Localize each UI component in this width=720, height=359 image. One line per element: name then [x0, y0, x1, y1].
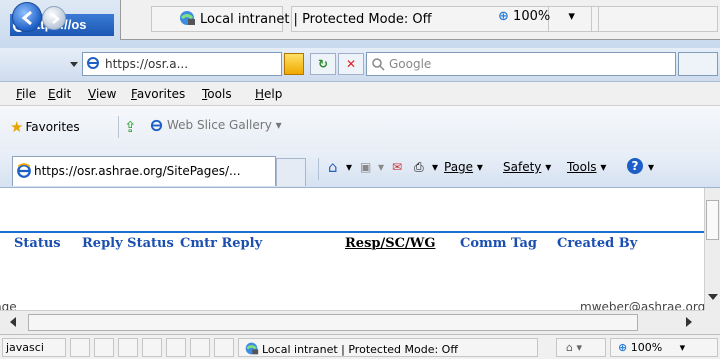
header-divider [0, 231, 704, 233]
popup-zoom-label[interactable]: ⊕ 100% ▾ [498, 9, 575, 24]
scroll-down-arrow-icon[interactable] [708, 294, 718, 300]
vertical-scrollbar[interactable] [704, 188, 720, 310]
home-icon[interactable]: ⌂ [328, 158, 338, 176]
chevron-down-icon[interactable]: ▾ [648, 160, 654, 174]
zoom-level[interactable]: ⊕ 100% ▾ [618, 341, 685, 354]
tab-command-bar: https://osr.ashrae.org/SitePages/... ⌂ ▾… [0, 150, 720, 188]
ie-logo-icon [150, 119, 163, 135]
chevron-down-icon: ▾ [679, 341, 686, 354]
safety-menu[interactable]: Safety ▾ [503, 160, 551, 174]
status-cell [70, 338, 90, 357]
tools-menu[interactable]: Tools ▾ [567, 160, 606, 174]
intranet-globe-icon [178, 9, 196, 27]
forward-button[interactable] [42, 6, 66, 30]
zoom-icon: ⊕ [498, 9, 509, 24]
ie-logo-icon [16, 163, 32, 182]
vertical-scroll-thumb[interactable] [706, 200, 719, 240]
status-cell [166, 338, 186, 357]
column-header-created-by[interactable]: Created By [557, 236, 637, 251]
search-provider-icon [371, 57, 385, 74]
search-button[interactable] [678, 52, 718, 76]
page-content: Status Reply Status Cmtr Reply Resp/SC/W… [0, 188, 704, 310]
refresh-button[interactable]: ↻ [310, 53, 336, 75]
column-header-resp-sc-wg[interactable]: Resp/SC/WG [345, 236, 435, 251]
divider [318, 158, 319, 180]
menu-edit[interactable]: Edit [48, 87, 71, 101]
menu-view[interactable]: View [88, 87, 116, 101]
status-cell [94, 338, 114, 357]
tab-title: https://osr.ashrae.org/SitePages/... [34, 164, 241, 178]
popup-zone-label: Local intranet | Protected Mode: Off [178, 9, 432, 27]
chevron-down-icon[interactable]: ▾ [378, 160, 384, 174]
status-cell [190, 338, 210, 357]
search-input[interactable]: Google [366, 52, 676, 76]
menu-bar: File Edit View Favorites Tools Help [0, 82, 720, 106]
status-cell [214, 338, 234, 357]
favorites-bar: ★ Favorites ⇪ Web Slice Gallery ▾ [0, 106, 720, 150]
status-text: javasci [6, 341, 44, 354]
protected-mode-icon: ⌂ ▾ [566, 341, 583, 354]
svg-text:?: ? [632, 159, 639, 173]
print-icon[interactable]: ⎙ [414, 160, 424, 175]
scroll-right-arrow-icon[interactable] [686, 317, 692, 327]
scroll-left-arrow-icon[interactable] [10, 317, 16, 327]
chevron-down-icon[interactable]: ▾ [432, 160, 438, 174]
address-text[interactable]: https://osr.a... [105, 57, 188, 71]
page-menu[interactable]: Page ▾ [444, 160, 483, 174]
help-icon[interactable]: ? [626, 157, 644, 178]
column-header-cmtr-reply[interactable]: Cmtr Reply [180, 236, 262, 251]
scrollbar-corner [704, 310, 720, 334]
chevron-down-icon[interactable]: ▾ [346, 160, 352, 174]
divider [118, 116, 119, 138]
horizontal-scrollbar[interactable] [0, 310, 704, 334]
status-cell [142, 338, 162, 357]
column-header-status[interactable]: Status [14, 236, 61, 251]
row-cell-fragment: nge [0, 300, 17, 310]
recent-pages-dropdown[interactable] [70, 62, 78, 67]
add-to-favorites-bar-icon[interactable]: ⇪ [124, 118, 137, 136]
chevron-down-icon: ▾ [275, 118, 282, 132]
stop-button[interactable]: ✕ [338, 53, 364, 75]
feeds-icon[interactable]: ▣ [360, 160, 371, 174]
row-cell-created-by: mweber@ashrae.org [580, 300, 704, 310]
menu-tools[interactable]: Tools [202, 87, 232, 101]
chevron-down-icon: ▾ [568, 9, 575, 24]
popup-zoom-cell[interactable] [598, 6, 718, 32]
horizontal-scroll-thumb[interactable] [28, 314, 638, 331]
web-slice-gallery-link[interactable]: Web Slice Gallery ▾ [150, 118, 282, 135]
browser-tab[interactable]: https://osr.ashrae.org/SitePages/... [12, 156, 276, 186]
intranet-globe-icon [244, 341, 259, 359]
menu-favorites[interactable]: Favorites [131, 87, 185, 101]
status-bar: javasci Local intranet | Protected Mode:… [0, 334, 720, 359]
compatibility-view-button[interactable] [284, 53, 304, 75]
mail-icon[interactable]: ✉ [392, 160, 402, 174]
menu-file[interactable]: File [16, 87, 36, 101]
back-button[interactable] [12, 2, 42, 32]
page-icon [86, 56, 100, 73]
address-bar[interactable]: https://osr.a... [82, 52, 282, 76]
zoom-icon: ⊕ [618, 341, 628, 354]
menu-help[interactable]: Help [255, 87, 282, 101]
column-header-reply-status[interactable]: Reply Status [82, 236, 174, 251]
column-header-comm-tag[interactable]: Comm Tag [460, 236, 537, 251]
favorites-button[interactable]: ★ Favorites [10, 118, 80, 136]
new-tab-button[interactable] [276, 158, 306, 186]
search-placeholder: Google [389, 57, 432, 71]
star-icon: ★ [10, 118, 24, 136]
status-cell [118, 338, 138, 357]
zone-label: Local intranet | Protected Mode: Off [244, 341, 458, 359]
